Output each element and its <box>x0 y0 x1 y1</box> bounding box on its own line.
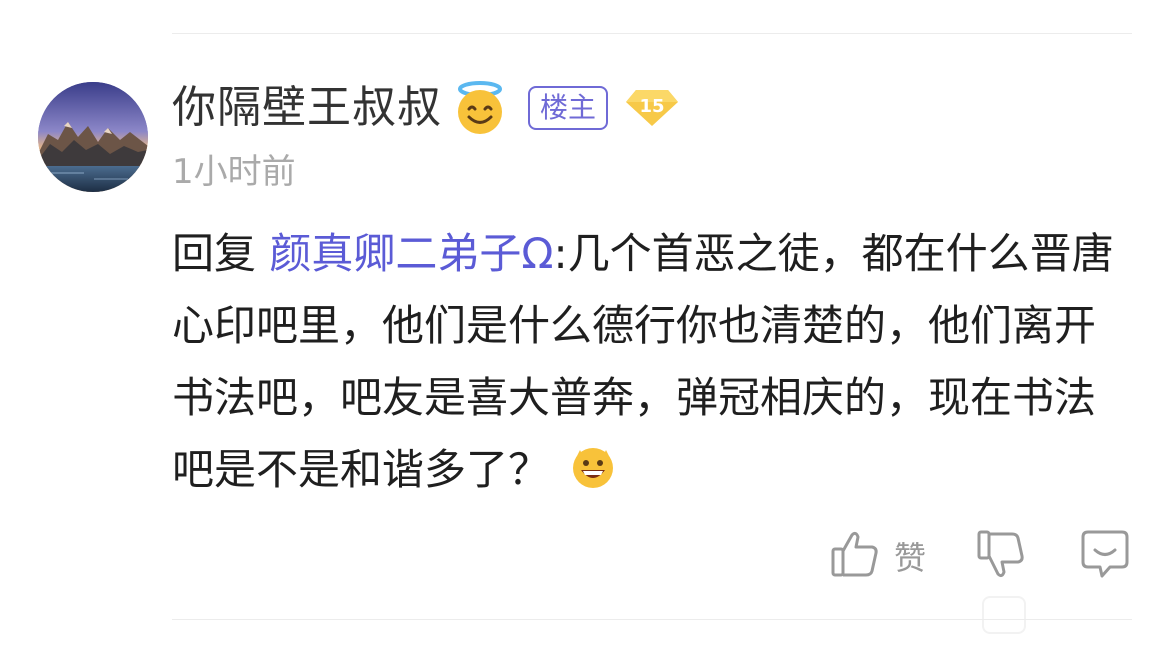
comment-content: 回复 颜真卿二弟子Ω:几个首恶之徒，都在什么晋唐心印吧里，他们是什么德行你也清楚… <box>172 218 1132 506</box>
grinning-face-emoji <box>570 440 616 488</box>
like-label: 赞 <box>894 539 927 577</box>
dislike-button[interactable] <box>976 528 1026 584</box>
like-button[interactable]: 赞 <box>830 528 926 584</box>
avatar[interactable] <box>38 82 148 192</box>
thumbs-up-icon <box>830 529 880 583</box>
mountain-lake-avatar-image <box>38 82 148 192</box>
diamond-level-badge-icon: 15 <box>624 88 680 128</box>
post-time: 1小时前 <box>172 152 296 192</box>
reply-prefix: 回复 <box>172 229 270 278</box>
smiling-face-with-halo-emoji <box>452 80 508 136</box>
thread-owner-badge: 楼主 <box>528 86 609 130</box>
watermark-logo <box>982 596 1026 634</box>
reply-target-user[interactable]: 颜真卿二弟子Ω <box>269 229 553 278</box>
level-number: 15 <box>639 96 665 117</box>
bottom-divider <box>172 619 1132 620</box>
username[interactable]: 你隔壁王叔叔 <box>172 78 442 138</box>
comment-header: 你隔壁王叔叔 楼主 15 <box>172 78 680 138</box>
comment-actions: 赞 <box>830 528 1140 588</box>
thumbs-down-icon <box>976 528 1026 584</box>
comment-button[interactable] <box>1080 528 1130 584</box>
top-divider <box>172 33 1132 34</box>
comment-bubble-icon <box>1080 528 1130 584</box>
